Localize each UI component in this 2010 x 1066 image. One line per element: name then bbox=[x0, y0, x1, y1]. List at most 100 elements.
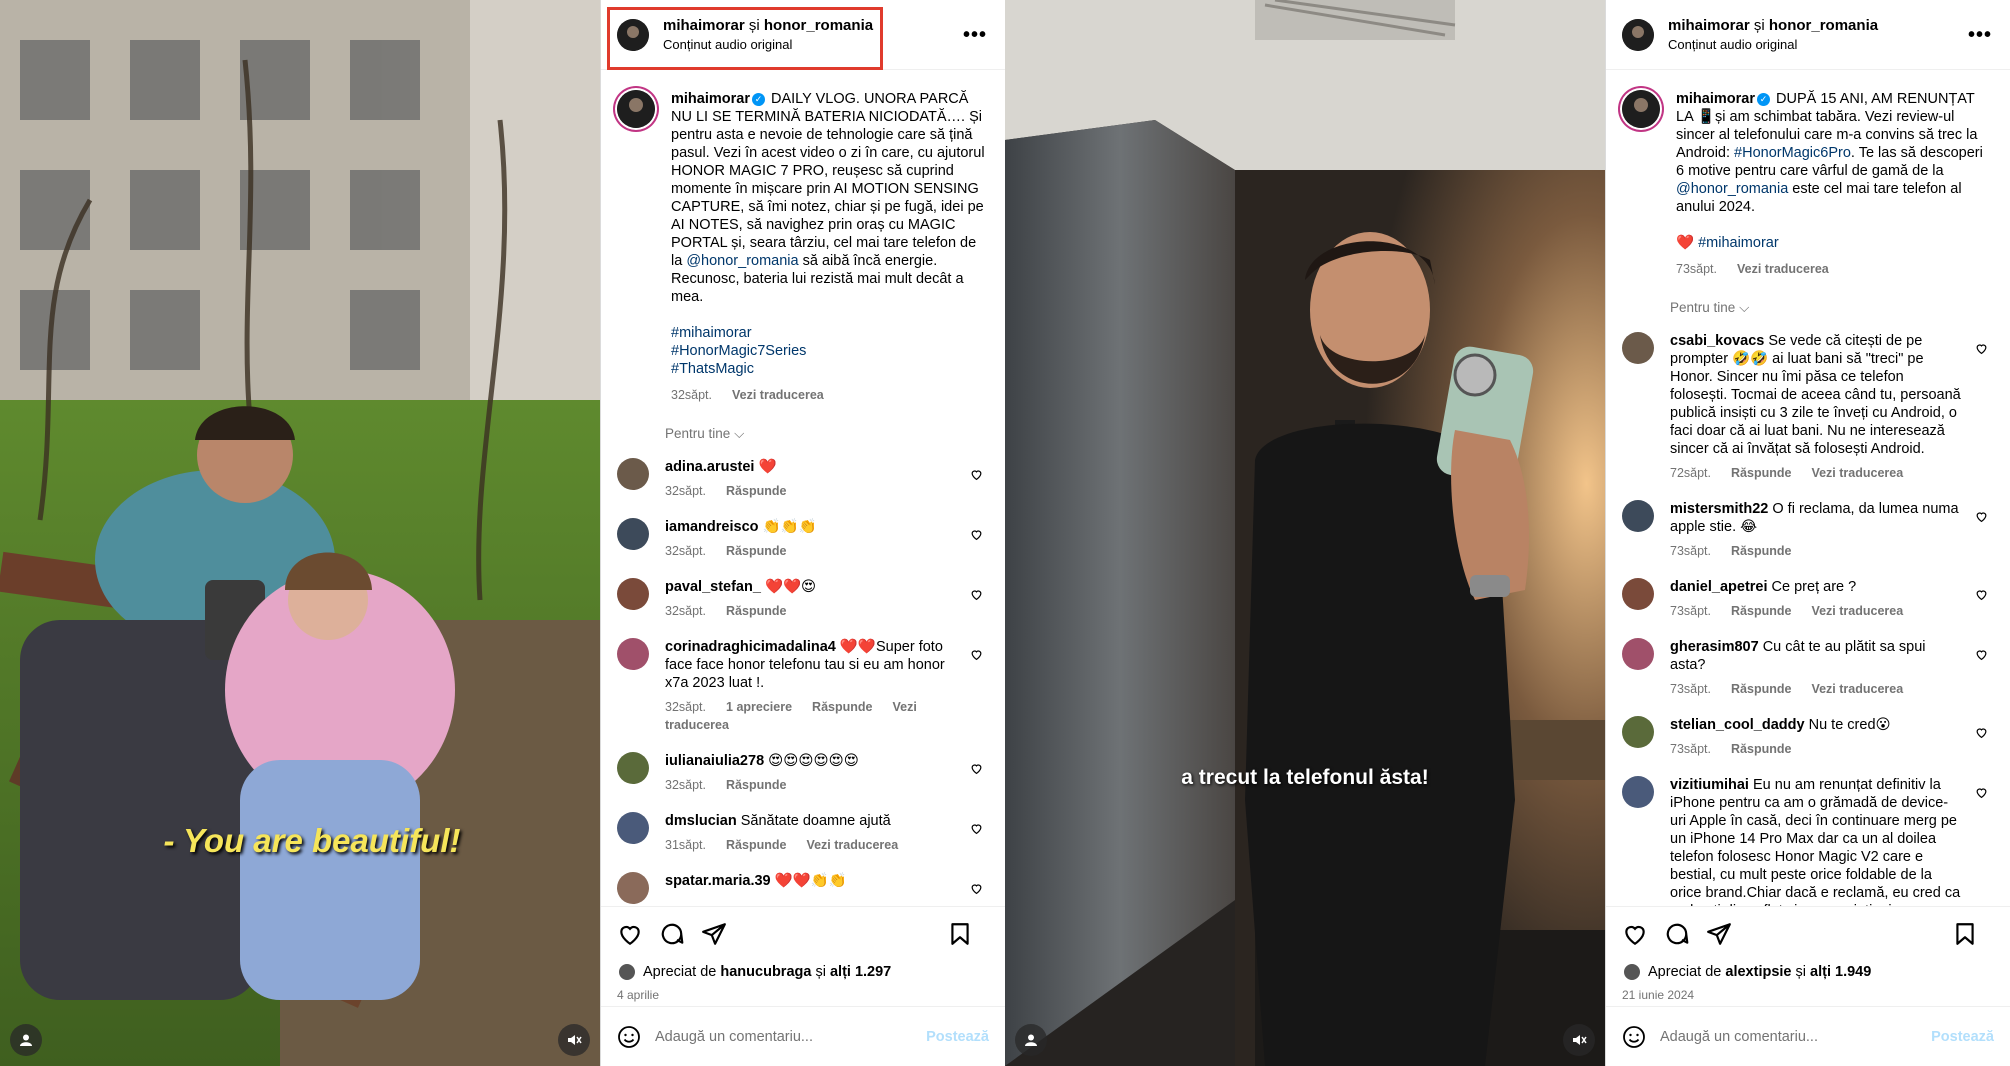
like-comment-heart-icon[interactable] bbox=[1975, 726, 1988, 739]
bookmark-icon[interactable] bbox=[947, 921, 973, 947]
comment-likes[interactable]: 1 apreciere bbox=[726, 700, 792, 714]
comment-time[interactable]: 73săpt. bbox=[1670, 544, 1711, 558]
caption-mention[interactable]: @honor_romania bbox=[686, 253, 798, 269]
reply-button[interactable]: Răspunde bbox=[1731, 544, 1791, 558]
hashtag-link[interactable]: #mihaimorar bbox=[671, 324, 989, 342]
translate-link[interactable]: Vezi traducerea bbox=[1737, 262, 1829, 276]
commenter-avatar[interactable] bbox=[1622, 500, 1654, 532]
reply-button[interactable]: Răspunde bbox=[726, 838, 786, 852]
more-options-icon[interactable]: ••• bbox=[1968, 24, 1992, 47]
audio-label[interactable]: Conținut audio original bbox=[1668, 37, 1878, 52]
profile-button[interactable] bbox=[1015, 1024, 1047, 1056]
heart-icon[interactable] bbox=[1622, 921, 1648, 947]
likes-count[interactable]: alți 1.297 bbox=[830, 964, 891, 980]
commenter-avatar[interactable] bbox=[617, 578, 649, 610]
like-comment-heart-icon[interactable] bbox=[970, 822, 983, 835]
comment-time[interactable]: 73săpt. bbox=[1670, 604, 1711, 618]
post-date[interactable]: 21 iunie 2024 bbox=[1622, 988, 1694, 1002]
commenter-avatar[interactable] bbox=[617, 638, 649, 670]
for-you-filter[interactable]: Pentru tine ⌵ bbox=[1670, 300, 1994, 316]
translate-link[interactable]: Vezi traducerea bbox=[806, 838, 898, 852]
commenter-avatar[interactable] bbox=[1622, 332, 1654, 364]
translate-link[interactable]: Vezi traducerea bbox=[1811, 466, 1903, 480]
commenter-avatar[interactable] bbox=[617, 872, 649, 904]
caption-username[interactable]: mihaimorar bbox=[671, 91, 750, 107]
like-comment-heart-icon[interactable] bbox=[970, 648, 983, 661]
commenter-username[interactable]: stelian_cool_daddy bbox=[1670, 717, 1805, 733]
comment-time[interactable]: 32săpt. bbox=[665, 604, 706, 618]
comment-time[interactable]: 32săpt. bbox=[665, 700, 706, 714]
hashtag-link[interactable]: #HonorMagic7Series bbox=[671, 342, 989, 360]
commenter-avatar[interactable] bbox=[617, 812, 649, 844]
author-avatar-small[interactable] bbox=[1622, 90, 1660, 128]
commenter-avatar[interactable] bbox=[617, 518, 649, 550]
translate-link[interactable]: Vezi traducerea bbox=[1811, 604, 1903, 618]
like-comment-heart-icon[interactable] bbox=[1975, 786, 1988, 799]
reply-button[interactable]: Răspunde bbox=[812, 700, 872, 714]
caption-mention[interactable]: @honor_romania bbox=[1676, 181, 1788, 197]
post-time[interactable]: 32săpt. bbox=[671, 388, 712, 402]
commenter-avatar[interactable] bbox=[1622, 578, 1654, 610]
commenter-username[interactable]: daniel_apetrei bbox=[1670, 579, 1768, 595]
commenter-username[interactable]: corinadraghicimadalina4 bbox=[665, 639, 836, 655]
comments-scroll[interactable]: mihaimorar ✓ DAILY VLOG. UNORA PARCĂ NU L… bbox=[601, 70, 1005, 906]
emoji-icon[interactable] bbox=[617, 1025, 641, 1049]
reply-button[interactable]: Răspunde bbox=[726, 484, 786, 498]
comment-time[interactable]: 73săpt. bbox=[1670, 682, 1711, 696]
comment-input[interactable]: Adaugă un comentariu... bbox=[655, 1029, 926, 1045]
post-comment-button[interactable]: Postează bbox=[1931, 1029, 1994, 1045]
hashtag-link[interactable]: #ThatsMagic bbox=[671, 360, 989, 378]
like-comment-heart-icon[interactable] bbox=[970, 882, 983, 895]
bookmark-icon[interactable] bbox=[1952, 921, 1978, 947]
commenter-avatar[interactable] bbox=[1622, 638, 1654, 670]
author-avatar[interactable] bbox=[1622, 18, 1654, 51]
comment-time[interactable]: 31săpt. bbox=[665, 838, 706, 852]
like-comment-heart-icon[interactable] bbox=[1975, 648, 1988, 661]
caption-username[interactable]: mihaimorar bbox=[1676, 91, 1755, 107]
translate-link[interactable]: Vezi traducerea bbox=[732, 388, 824, 402]
reply-button[interactable]: Răspunde bbox=[1731, 604, 1791, 618]
comment-time[interactable]: 32săpt. bbox=[665, 484, 706, 498]
commenter-username[interactable]: spatar.maria.39 bbox=[665, 873, 771, 889]
for-you-filter[interactable]: Pentru tine ⌵ bbox=[665, 426, 989, 442]
comment-input[interactable]: Adaugă un comentariu... bbox=[1660, 1029, 1931, 1045]
likes-summary[interactable]: Apreciat de hanucubraga și alți 1.297 bbox=[617, 962, 891, 982]
like-comment-heart-icon[interactable] bbox=[1975, 588, 1988, 601]
emoji-icon[interactable] bbox=[1622, 1025, 1646, 1049]
commenter-username[interactable]: mistersmith22 bbox=[1670, 501, 1768, 517]
heart-icon[interactable] bbox=[617, 921, 643, 947]
like-comment-heart-icon[interactable] bbox=[970, 762, 983, 775]
commenter-username[interactable]: adina.arustei bbox=[665, 459, 754, 475]
comment-time[interactable]: 32săpt. bbox=[665, 778, 706, 792]
post-comment-button[interactable]: Postează bbox=[926, 1029, 989, 1045]
reply-button[interactable]: Răspunde bbox=[726, 604, 786, 618]
likes-count[interactable]: alți 1.949 bbox=[1810, 964, 1871, 980]
comment-icon[interactable] bbox=[659, 921, 685, 947]
share-icon[interactable] bbox=[701, 921, 727, 947]
comment-icon[interactable] bbox=[1664, 921, 1690, 947]
post-time[interactable]: 73săpt. bbox=[1676, 262, 1717, 276]
author-username[interactable]: mihaimorar bbox=[1668, 17, 1750, 34]
comments-scroll[interactable]: mihaimorar ✓ DUPĂ 15 ANI, AM RENUNȚAT LA … bbox=[1606, 70, 2010, 906]
reply-button[interactable]: Răspunde bbox=[1731, 742, 1791, 756]
share-icon[interactable] bbox=[1706, 921, 1732, 947]
reply-button[interactable]: Răspunde bbox=[1731, 682, 1791, 696]
hashtag-link[interactable]: #HonorMagic6Pro bbox=[1734, 145, 1851, 161]
likes-summary[interactable]: Apreciat de alextipsie și alți 1.949 bbox=[1622, 962, 1871, 982]
like-comment-heart-icon[interactable] bbox=[970, 528, 983, 541]
commenter-avatar[interactable] bbox=[1622, 716, 1654, 748]
commenter-username[interactable]: gherasim807 bbox=[1670, 639, 1759, 655]
more-options-icon[interactable]: ••• bbox=[963, 24, 987, 47]
reply-button[interactable]: Răspunde bbox=[726, 544, 786, 558]
mute-button[interactable] bbox=[1563, 1024, 1595, 1056]
like-comment-heart-icon[interactable] bbox=[970, 588, 983, 601]
commenter-username[interactable]: vizitiumihai bbox=[1670, 777, 1749, 793]
commenter-username[interactable]: csabi_kovacs bbox=[1670, 333, 1764, 349]
commenter-avatar[interactable] bbox=[617, 458, 649, 490]
profile-button[interactable] bbox=[10, 1024, 42, 1056]
liker-username[interactable]: hanucubraga bbox=[720, 964, 811, 980]
comment-time[interactable]: 73săpt. bbox=[1670, 742, 1711, 756]
left-video[interactable]: - You are beautiful! bbox=[0, 0, 600, 1066]
mute-button[interactable] bbox=[558, 1024, 590, 1056]
comment-time[interactable]: 72săpt. bbox=[1670, 466, 1711, 480]
